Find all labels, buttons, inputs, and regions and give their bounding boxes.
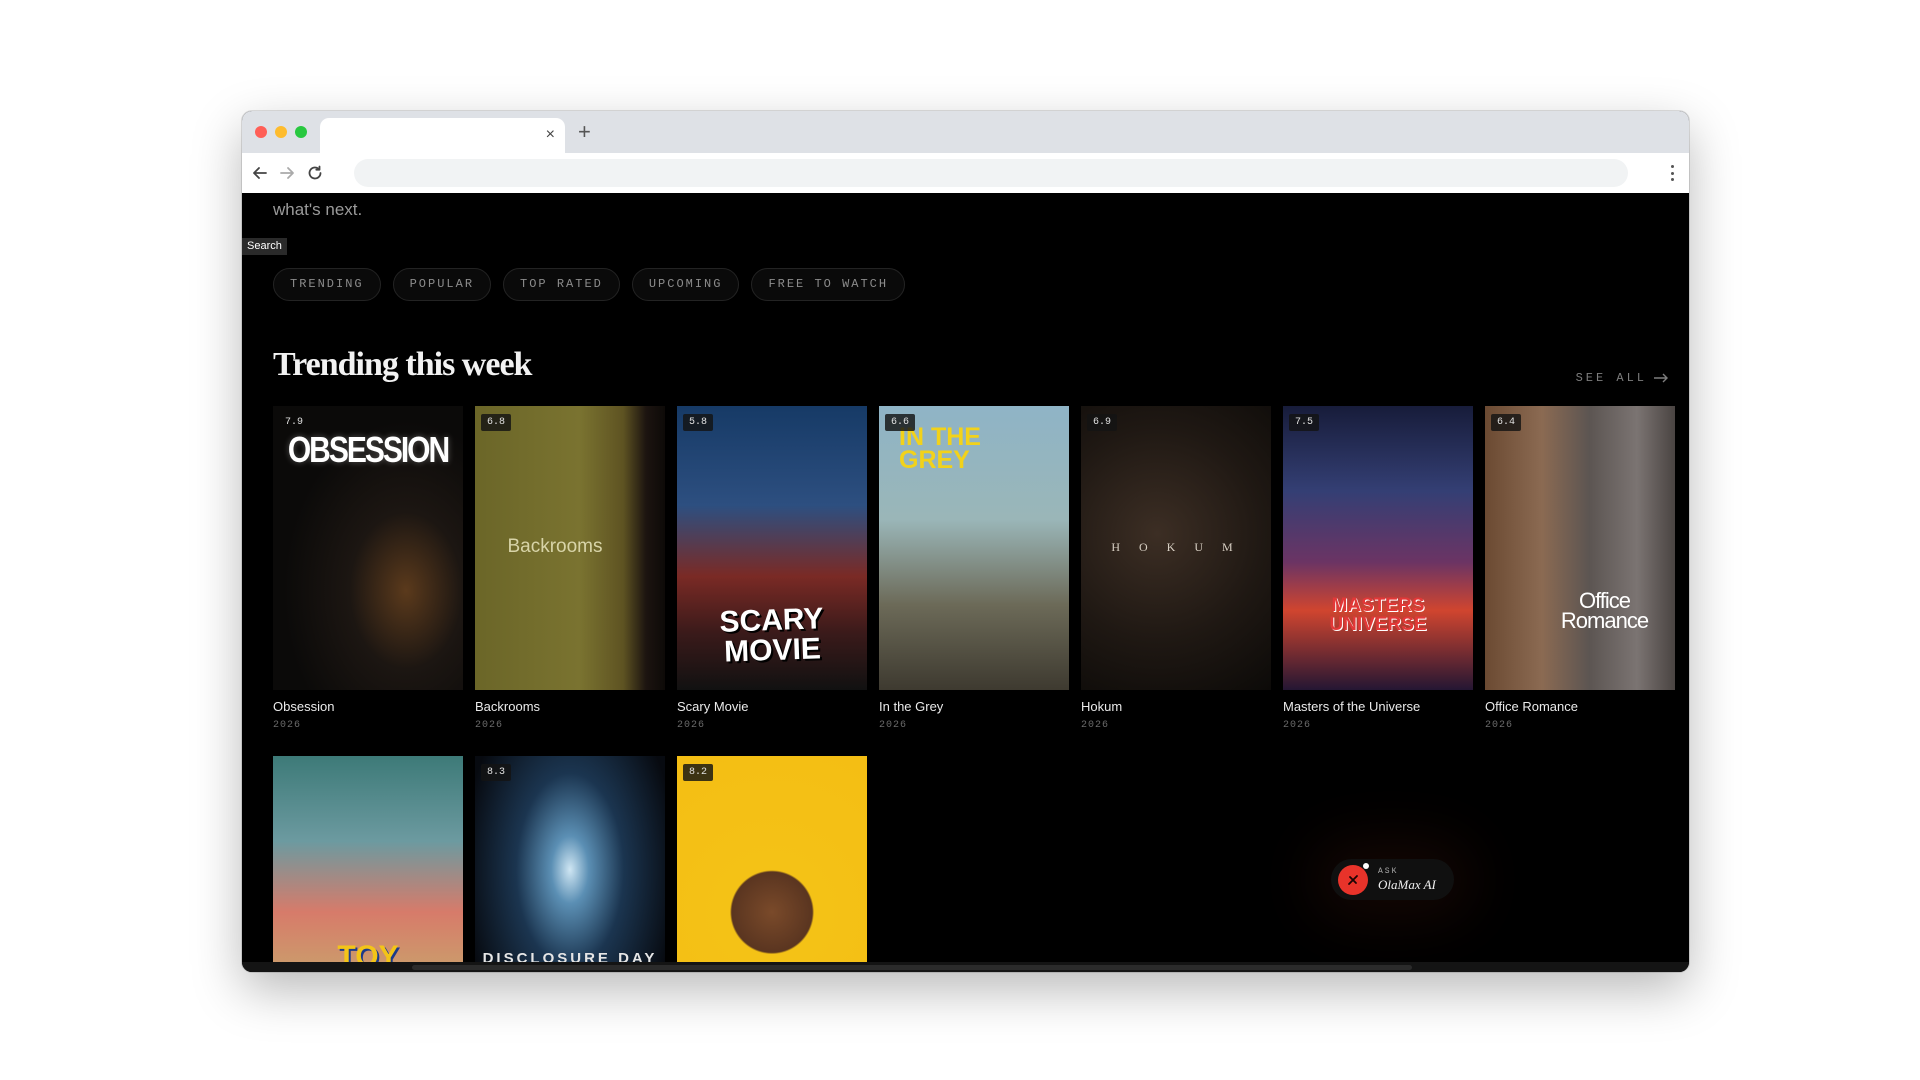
chip-trending[interactable]: TRENDING [273,268,381,301]
movie-poster[interactable]: H O K U M 6.9 [1081,406,1271,690]
chip-free-to-watch[interactable]: FREE TO WATCH [751,268,906,301]
movie-poster[interactable]: TOY [273,756,463,972]
address-bar[interactable] [354,159,1628,187]
movie-card[interactable]: MASTERS UNIVERSE 7.5 Masters of the Univ… [1283,406,1473,731]
ask-ai-name: OlaMax AI [1378,876,1436,892]
movie-poster[interactable]: OBSESSION 7.9 [273,406,463,690]
movie-card[interactable]: Office Romance 6.4 Office Romance 2026 [1485,406,1675,731]
poster-title: IN THE GREY [899,423,981,474]
movie-year: 2026 [1283,720,1312,731]
movie-poster[interactable]: SCARY MOVIE 5.8 [677,406,867,690]
maximize-window-button[interactable] [295,126,307,138]
page-viewport: what's next. Search TRENDING POPULAR TOP… [242,193,1689,972]
poster-title: MASTERS UNIVERSE [1329,595,1427,635]
ask-ai-button[interactable]: ASK OlaMax AI [1331,859,1454,900]
browser-tab[interactable]: × [320,118,565,153]
ask-ai-text: ASK OlaMax AI [1378,867,1436,893]
movie-title: Obsession [273,699,335,714]
rating-badge: 6.6 [885,414,916,431]
chip-upcoming[interactable]: UPCOMING [631,268,740,301]
ai-logo-icon [1338,862,1369,895]
movie-poster[interactable]: MASTERS UNIVERSE 7.5 [1283,406,1473,690]
movie-card[interactable]: H O K U M 6.9 Hokum 2026 [1081,406,1271,731]
ask-ai-label: ASK [1378,866,1399,876]
rating-badge: 8.3 [481,764,512,781]
movie-title: Hokum [1081,699,1123,714]
poster-title: Office Romance [1560,588,1649,633]
category-chips: TRENDING POPULAR TOP RATED UPCOMING FREE… [273,268,906,301]
rating-badge: 5.8 [683,414,714,431]
movie-card[interactable]: Backrooms 6.8 Backrooms 2026 [475,406,665,731]
new-tab-button[interactable]: + [578,120,591,144]
movie-year: 2026 [1485,720,1514,731]
movie-poster[interactable]: DISCLOSURE DAY 8.3 [475,756,665,972]
movie-year: 2026 [677,720,706,731]
scrollbar-thumb[interactable] [412,965,1412,970]
movie-year: 2026 [475,720,504,731]
rating-badge: 8.2 [683,764,714,781]
movie-year: 2026 [273,720,302,731]
movie-title: Backrooms [475,699,541,714]
poster-title: OBSESSION [287,430,450,471]
movie-card[interactable]: 8.2 [677,756,867,972]
rating-badge: 7.5 [1289,414,1320,431]
movie-title: Scary Movie [677,699,749,714]
movie-title: In the Grey [879,699,944,714]
chip-top-rated[interactable]: TOP RATED [503,268,620,301]
browser-window: × + what's next. Search TRENDING POPULAR… [242,111,1689,972]
movie-card[interactable]: SCARY MOVIE 5.8 Scary Movie 2026 [677,406,867,731]
reload-icon[interactable] [303,161,327,185]
movie-poster[interactable]: IN THE GREY 6.6 [879,406,1069,690]
movie-card[interactable]: DISCLOSURE DAY 8.3 [475,756,665,972]
see-all-link[interactable]: SEE ALL [1576,371,1669,385]
movie-title: Office Romance [1485,699,1578,714]
movie-title: Masters of the Universe [1283,699,1421,714]
movie-card[interactable]: IN THE GREY 6.6 In the Grey 2026 [879,406,1069,731]
see-all-label: SEE ALL [1575,371,1647,385]
arrow-right-icon [1654,373,1668,383]
movie-poster[interactable]: Office Romance 6.4 [1485,406,1675,690]
tab-bar: × + [242,111,1689,153]
movie-card[interactable]: OBSESSION 7.9 Obsession 2026 [273,406,463,731]
close-window-button[interactable] [255,126,267,138]
rating-badge: 6.8 [481,414,512,431]
intro-text: what's next. [273,200,363,219]
movie-poster[interactable]: 8.2 [677,756,867,972]
movie-year: 2026 [879,720,908,731]
rating-badge: 6.9 [1087,414,1118,431]
poster-title: H O K U M [1111,540,1241,554]
horizontal-scrollbar[interactable] [242,962,1689,972]
browser-menu-icon[interactable] [1667,163,1677,183]
search-button[interactable]: Search [242,238,287,255]
tab-close-icon[interactable]: × [546,126,555,144]
chip-popular[interactable]: POPULAR [392,268,492,301]
section-title: Trending this week [273,346,532,383]
movie-grid: OBSESSION 7.9 Obsession 2026 Backrooms 6… [273,406,1675,972]
rating-badge: 6.4 [1491,414,1522,431]
movie-poster[interactable]: Backrooms 6.8 [475,406,665,690]
movie-card[interactable]: TOY [273,756,463,972]
movie-year: 2026 [1081,720,1110,731]
minimize-window-button[interactable] [275,126,287,138]
rating-badge: 7.9 [285,417,304,428]
poster-title: SCARY MOVIE [718,602,824,669]
back-icon[interactable] [248,161,272,185]
forward-icon[interactable] [275,161,299,185]
poster-title: Backrooms [507,536,603,557]
browser-toolbar [242,153,1689,193]
